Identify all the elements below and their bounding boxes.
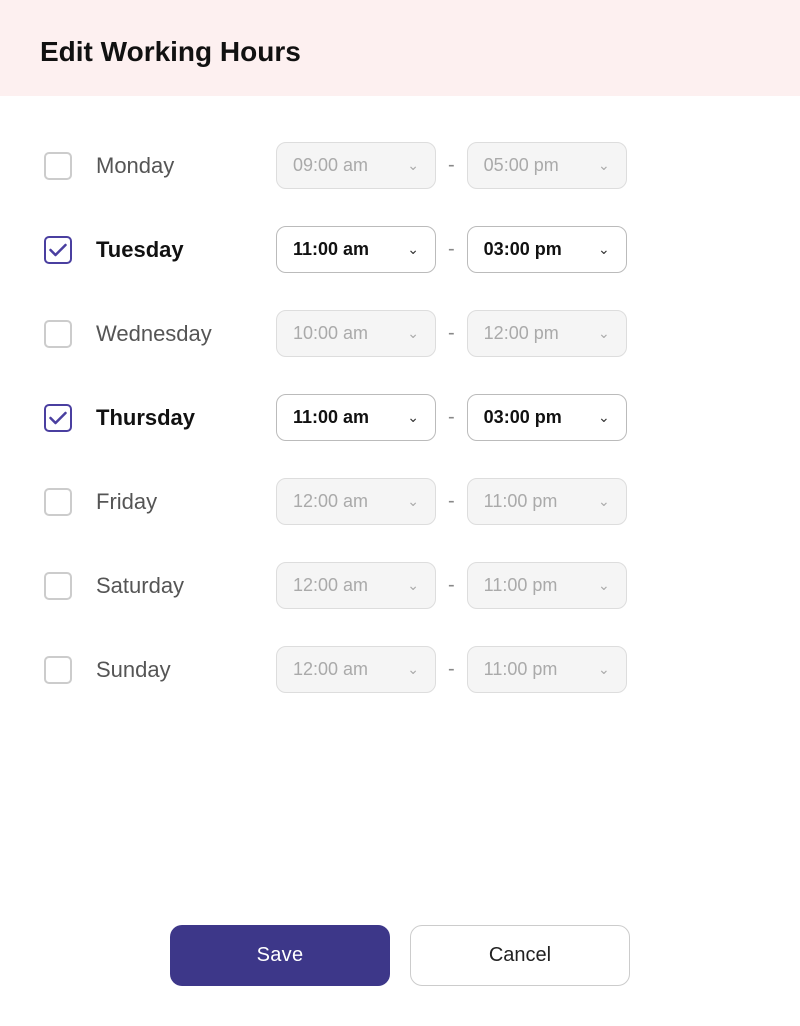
start-chevron-wednesday: ⌄	[407, 325, 419, 342]
checkbox-wednesday[interactable]	[44, 320, 72, 348]
end-value-saturday: 11:00 pm	[484, 575, 558, 596]
time-controls-monday: 09:00 am ⌄ - 05:00 pm ⌄	[276, 142, 760, 189]
day-row-monday: Monday 09:00 am ⌄ - 05:00 pm ⌄	[40, 124, 760, 208]
start-time-sunday[interactable]: 12:00 am ⌄	[276, 646, 436, 693]
save-button[interactable]: Save	[170, 925, 390, 986]
day-row-wednesday: Wednesday 10:00 am ⌄ - 12:00 pm ⌄	[40, 292, 760, 376]
start-value-sunday: 12:00 am	[293, 659, 368, 680]
end-value-wednesday: 12:00 pm	[484, 323, 559, 344]
start-time-tuesday[interactable]: 11:00 am ⌄	[276, 226, 436, 273]
time-separator-friday: -	[448, 490, 455, 513]
day-label-sunday: Sunday	[96, 657, 256, 683]
time-separator-saturday: -	[448, 574, 455, 597]
start-value-saturday: 12:00 am	[293, 575, 368, 596]
start-chevron-friday: ⌄	[407, 493, 419, 510]
day-label-thursday: Thursday	[96, 405, 256, 431]
start-value-friday: 12:00 am	[293, 491, 368, 512]
end-time-wednesday[interactable]: 12:00 pm ⌄	[467, 310, 627, 357]
checkbox-wrapper-friday	[40, 488, 76, 516]
end-value-monday: 05:00 pm	[484, 155, 559, 176]
checkbox-wrapper-tuesday	[40, 236, 76, 264]
days-list: Monday 09:00 am ⌄ - 05:00 pm ⌄ Tuesday 11:00 a…	[0, 96, 800, 905]
day-row-friday: Friday 12:00 am ⌄ - 11:00 pm ⌄	[40, 460, 760, 544]
checkbox-sunday[interactable]	[44, 656, 72, 684]
start-chevron-sunday: ⌄	[407, 661, 419, 678]
day-row-thursday: Thursday 11:00 am ⌄ - 03:00 pm ⌄	[40, 376, 760, 460]
time-controls-sunday: 12:00 am ⌄ - 11:00 pm ⌄	[276, 646, 760, 693]
end-chevron-friday: ⌄	[598, 493, 610, 510]
day-label-tuesday: Tuesday	[96, 237, 256, 263]
checkbox-wrapper-wednesday	[40, 320, 76, 348]
day-label-wednesday: Wednesday	[96, 321, 256, 347]
day-row-sunday: Sunday 12:00 am ⌄ - 11:00 pm ⌄	[40, 628, 760, 712]
end-value-sunday: 11:00 pm	[484, 659, 558, 680]
day-label-friday: Friday	[96, 489, 256, 515]
checkbox-friday[interactable]	[44, 488, 72, 516]
time-separator-monday: -	[448, 154, 455, 177]
start-value-monday: 09:00 am	[293, 155, 368, 176]
time-controls-friday: 12:00 am ⌄ - 11:00 pm ⌄	[276, 478, 760, 525]
end-value-thursday: 03:00 pm	[484, 407, 562, 428]
end-time-tuesday[interactable]: 03:00 pm ⌄	[467, 226, 627, 273]
end-chevron-tuesday: ⌄	[598, 241, 610, 258]
end-chevron-monday: ⌄	[598, 157, 610, 174]
day-label-saturday: Saturday	[96, 573, 256, 599]
end-chevron-thursday: ⌄	[598, 409, 610, 426]
time-separator-tuesday: -	[448, 238, 455, 261]
end-time-sunday[interactable]: 11:00 pm ⌄	[467, 646, 627, 693]
day-row-saturday: Saturday 12:00 am ⌄ - 11:00 pm ⌄	[40, 544, 760, 628]
end-chevron-wednesday: ⌄	[598, 325, 610, 342]
start-value-tuesday: 11:00 am	[293, 239, 369, 260]
day-label-monday: Monday	[96, 153, 256, 179]
checkbox-saturday[interactable]	[44, 572, 72, 600]
start-chevron-monday: ⌄	[407, 157, 419, 174]
end-time-saturday[interactable]: 11:00 pm ⌄	[467, 562, 627, 609]
start-time-monday[interactable]: 09:00 am ⌄	[276, 142, 436, 189]
start-value-wednesday: 10:00 am	[293, 323, 368, 344]
time-separator-wednesday: -	[448, 322, 455, 345]
checkbox-thursday[interactable]	[44, 404, 72, 432]
start-time-thursday[interactable]: 11:00 am ⌄	[276, 394, 436, 441]
time-controls-thursday: 11:00 am ⌄ - 03:00 pm ⌄	[276, 394, 760, 441]
end-time-friday[interactable]: 11:00 pm ⌄	[467, 478, 627, 525]
checkbox-monday[interactable]	[44, 152, 72, 180]
end-chevron-sunday: ⌄	[598, 661, 610, 678]
end-value-tuesday: 03:00 pm	[484, 239, 562, 260]
time-separator-sunday: -	[448, 658, 455, 681]
time-controls-wednesday: 10:00 am ⌄ - 12:00 pm ⌄	[276, 310, 760, 357]
checkbox-wrapper-sunday	[40, 656, 76, 684]
end-chevron-saturday: ⌄	[598, 577, 610, 594]
time-controls-tuesday: 11:00 am ⌄ - 03:00 pm ⌄	[276, 226, 760, 273]
checkbox-wrapper-monday	[40, 152, 76, 180]
checkbox-wrapper-saturday	[40, 572, 76, 600]
start-chevron-tuesday: ⌄	[407, 241, 419, 258]
footer-actions: Save Cancel	[0, 905, 800, 1026]
start-time-friday[interactable]: 12:00 am ⌄	[276, 478, 436, 525]
page-title: Edit Working Hours	[40, 36, 760, 68]
start-time-saturday[interactable]: 12:00 am ⌄	[276, 562, 436, 609]
end-value-friday: 11:00 pm	[484, 491, 558, 512]
start-chevron-saturday: ⌄	[407, 577, 419, 594]
time-controls-saturday: 12:00 am ⌄ - 11:00 pm ⌄	[276, 562, 760, 609]
cancel-button[interactable]: Cancel	[410, 925, 630, 986]
start-chevron-thursday: ⌄	[407, 409, 419, 426]
checkbox-tuesday[interactable]	[44, 236, 72, 264]
end-time-thursday[interactable]: 03:00 pm ⌄	[467, 394, 627, 441]
start-value-thursday: 11:00 am	[293, 407, 369, 428]
checkbox-wrapper-thursday	[40, 404, 76, 432]
end-time-monday[interactable]: 05:00 pm ⌄	[467, 142, 627, 189]
time-separator-thursday: -	[448, 406, 455, 429]
page-header: Edit Working Hours	[0, 0, 800, 96]
day-row-tuesday: Tuesday 11:00 am ⌄ - 03:00 pm ⌄	[40, 208, 760, 292]
start-time-wednesday[interactable]: 10:00 am ⌄	[276, 310, 436, 357]
